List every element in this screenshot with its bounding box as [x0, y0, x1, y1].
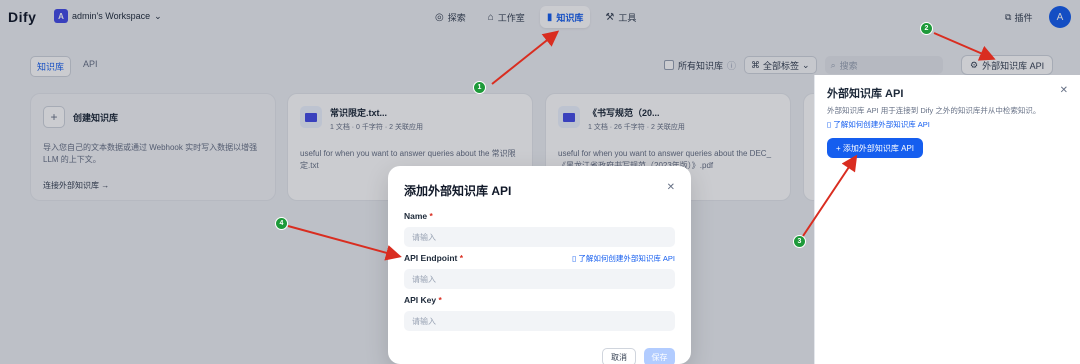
save-button[interactable]: 保存: [644, 348, 675, 364]
step-badge: 1: [473, 81, 486, 94]
api-key-input[interactable]: 请输入: [404, 311, 675, 331]
add-external-kb-api-modal: 添加外部知识库 API ✕ Name * 请输入 API Endpoint * …: [388, 166, 691, 364]
panel-link-text: 了解如何创建外部知识库 API: [833, 120, 930, 129]
required-mark: *: [459, 253, 464, 263]
field-label: Name *: [404, 211, 675, 221]
modal-title: 添加外部知识库 API: [404, 184, 512, 198]
name-field: Name * 请输入: [404, 211, 675, 247]
step-badge: 4: [275, 217, 288, 230]
api-endpoint-input[interactable]: 请输入: [404, 269, 675, 289]
panel-desc: 外部知识库 API 用于连接到 Dify 之外的知识库并从中检索知识。: [827, 106, 1041, 115]
close-icon[interactable]: ✕: [667, 182, 675, 193]
panel-learn-link[interactable]: ▯ 了解如何创建外部知识库 API: [827, 119, 1068, 130]
required-mark: *: [438, 295, 442, 305]
name-input[interactable]: 请输入: [404, 227, 675, 247]
add-external-kb-api-button[interactable]: + 添加外部知识库 API: [827, 138, 924, 158]
step-badge: 3: [793, 235, 806, 248]
external-kb-api-panel: 外部知识库 API ✕ 外部知识库 API 用于连接到 Dify 之外的知识库并…: [814, 75, 1080, 364]
name-label: Name: [404, 211, 428, 221]
help-link-text: 了解如何创建外部知识库 API: [578, 254, 675, 263]
api-key-field: API Key * 请输入: [404, 295, 675, 331]
cancel-button[interactable]: 取消: [602, 348, 636, 364]
field-label: API Key *: [404, 295, 675, 305]
api-endpoint-help-link[interactable]: ▯ 了解如何创建外部知识库 API: [572, 253, 675, 264]
api-key-label: API Key: [404, 295, 437, 305]
api-endpoint-label: API Endpoint: [404, 253, 458, 263]
api-endpoint-field: API Endpoint * ▯ 了解如何创建外部知识库 API 请输入: [404, 253, 675, 289]
step-badge: 2: [920, 22, 933, 35]
close-icon[interactable]: ✕: [1060, 85, 1068, 96]
required-mark: *: [429, 211, 433, 221]
panel-title: 外部知识库 API: [827, 88, 904, 100]
